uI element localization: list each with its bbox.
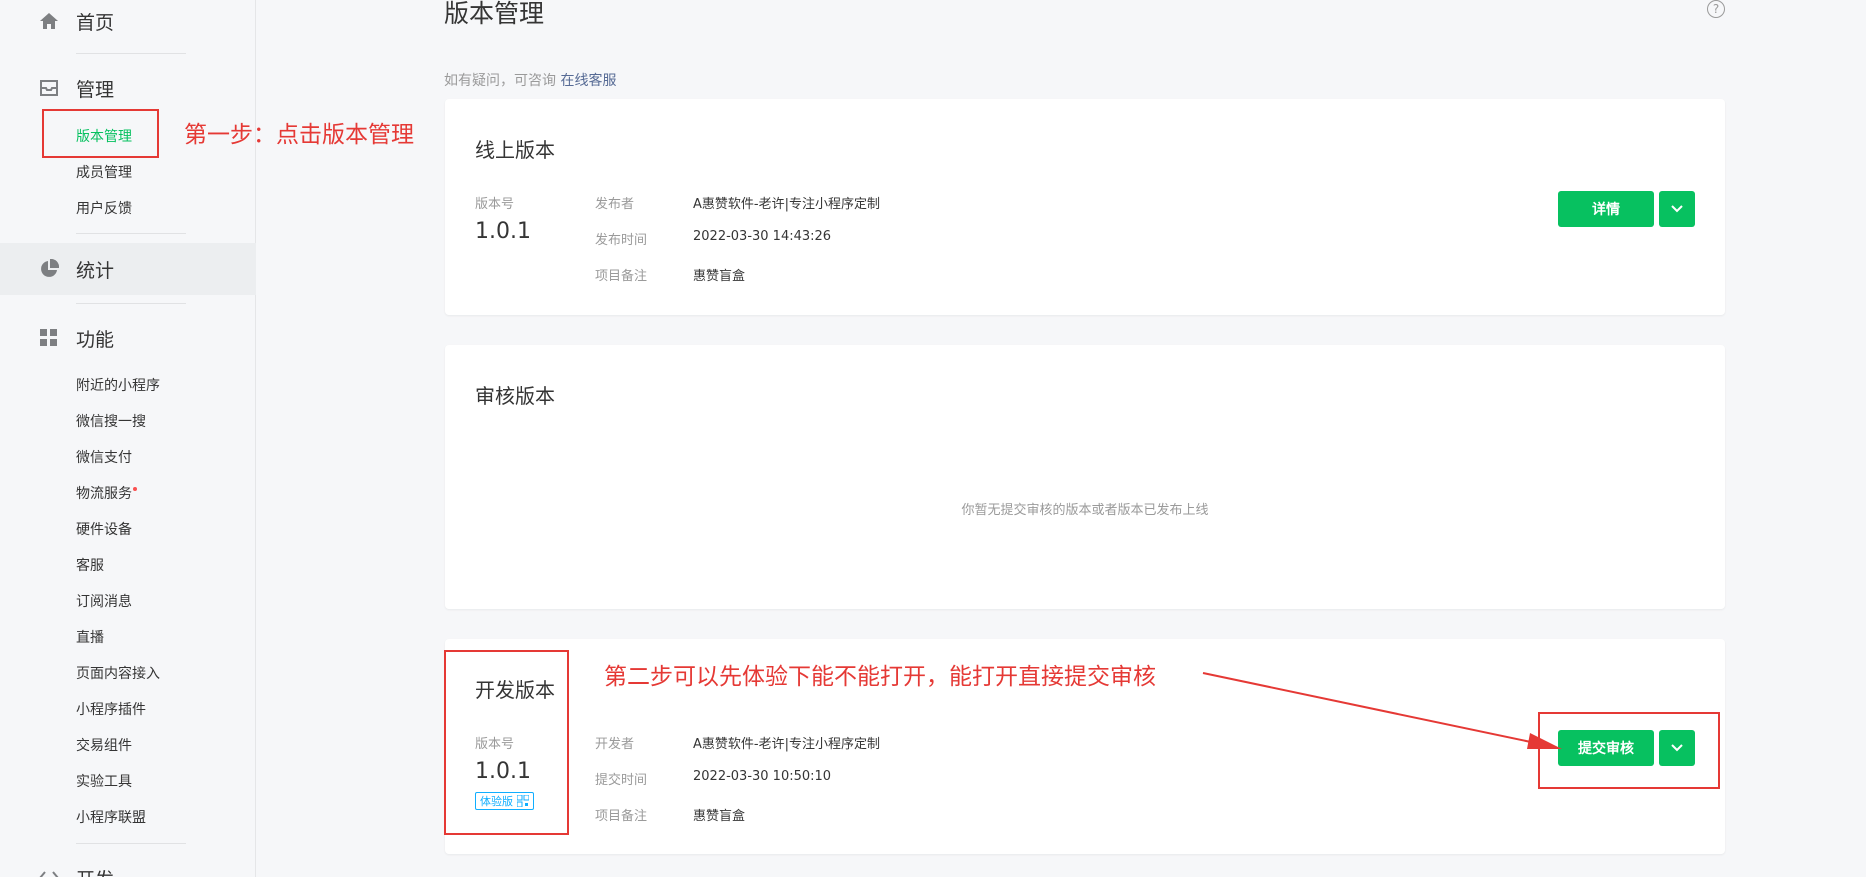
annotation-box-submit — [1538, 712, 1720, 789]
